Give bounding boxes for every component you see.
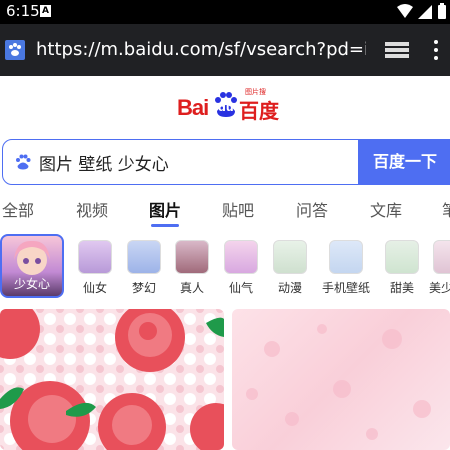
baidu-logo[interactable]: Bai du 百度 图片搜: [170, 87, 285, 125]
category-thumbnail: [175, 240, 209, 274]
category-chip[interactable]: 仙气: [216, 240, 266, 296]
category-label: 仙女: [82, 281, 107, 295]
logo-text-du: du: [218, 101, 234, 114]
wifi-icon: [397, 4, 413, 18]
active-tab-indicator: [151, 224, 179, 227]
category-label: 动漫: [277, 281, 302, 295]
address-bar[interactable]: https://m.baidu.com/sf/vsearch?pd=ima: [36, 38, 366, 62]
category-thumbnail: [433, 240, 450, 274]
category-chip[interactable]: 手机壁纸: [321, 240, 371, 296]
tab-video[interactable]: 视频: [76, 197, 108, 221]
clock: 6:15: [6, 2, 40, 20]
category-label: 仙气: [228, 281, 253, 295]
logo-text-cn: 百度: [239, 99, 279, 123]
paw-icon: [16, 154, 31, 170]
search-button[interactable]: 百度一下: [358, 139, 450, 185]
category-label: 真人: [179, 281, 204, 295]
category-label: 美少: [429, 281, 450, 295]
category-label: 手机壁纸: [321, 281, 370, 295]
category-chip[interactable]: 梦幻: [119, 240, 169, 296]
category-chip[interactable]: 美少: [429, 240, 450, 296]
system-icons: [397, 3, 446, 19]
site-favicon-icon[interactable]: [5, 40, 25, 60]
search-tabs: 全部 视频 图片 贴吧 问答 文库 笔: [0, 195, 450, 227]
category-label: 甜美: [389, 281, 414, 295]
category-thumbnail: [385, 240, 419, 274]
status-bar: 6:15 A: [0, 0, 450, 24]
tab-more[interactable]: 笔: [442, 197, 450, 221]
category-chip[interactable]: 仙女: [70, 240, 120, 296]
signal-icon: [418, 5, 432, 19]
tabs-icon[interactable]: [383, 40, 411, 60]
browser-toolbar: https://m.baidu.com/sf/vsearch?pd=ima: [0, 24, 450, 76]
category-thumbnail: [224, 240, 258, 274]
image-result[interactable]: [232, 309, 450, 450]
category-chip[interactable]: 动漫: [265, 240, 315, 296]
category-thumbnail: [329, 240, 363, 274]
category-thumbnail: [273, 240, 307, 274]
more-icon[interactable]: [430, 38, 442, 62]
search-input[interactable]: 图片 壁纸 少女心: [39, 150, 169, 175]
category-chip-selected[interactable]: 少女心: [0, 234, 64, 298]
image-thumbnail: [0, 309, 224, 450]
category-thumbnail: [127, 240, 161, 274]
image-result[interactable]: [0, 309, 224, 450]
tab-wenku[interactable]: 文库: [370, 197, 402, 221]
tab-qa[interactable]: 问答: [296, 197, 328, 221]
category-chip[interactable]: 甜美: [377, 240, 427, 296]
tab-images[interactable]: 图片: [149, 197, 181, 221]
category-strip: 少女心 仙女 梦幻 真人 仙气 动漫 手机壁纸 甜美 美少: [0, 234, 450, 298]
category-thumbnail: [78, 240, 112, 274]
image-thumbnail: [246, 324, 431, 440]
category-label: 少女心: [13, 277, 50, 291]
tab-tieba[interactable]: 贴吧: [222, 197, 254, 221]
battery-icon: [438, 5, 446, 19]
category-chip[interactable]: 真人: [167, 240, 217, 296]
logo-sub-label: 图片搜: [245, 88, 266, 96]
notification-icon: A: [40, 5, 51, 17]
search-box[interactable]: 图片 壁纸 少女心 百度一下: [2, 139, 450, 185]
tab-all[interactable]: 全部: [2, 197, 34, 221]
category-label: 梦幻: [131, 281, 156, 295]
logo-text-bai: Bai: [177, 95, 209, 120]
